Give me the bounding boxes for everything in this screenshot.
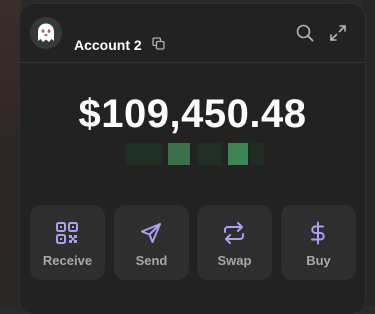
send-icon	[141, 223, 161, 243]
send-button[interactable]: Send	[114, 205, 189, 280]
wallet-header: Account 2	[20, 4, 365, 63]
swap-icon	[224, 222, 244, 244]
expand-icon[interactable]	[329, 24, 347, 47]
account-avatar[interactable]	[30, 17, 62, 49]
receive-button[interactable]: Receive	[30, 205, 105, 280]
qr-code-icon	[56, 222, 78, 244]
dollar-icon	[311, 221, 325, 245]
total-balance: $109,450.48	[78, 92, 307, 136]
send-label: Send	[135, 253, 168, 268]
search-icon[interactable]	[296, 24, 314, 47]
account-name[interactable]: Account 2	[74, 37, 142, 53]
balance-change-blurred	[120, 143, 265, 165]
background-left	[0, 0, 22, 306]
buy-button[interactable]: Buy	[281, 205, 356, 280]
ghost-avatar-icon	[38, 23, 54, 42]
swap-label: Swap	[217, 253, 252, 268]
copy-icon[interactable]	[152, 37, 165, 55]
receive-label: Receive	[42, 253, 93, 268]
swap-button[interactable]: Swap	[197, 205, 272, 280]
buy-label: Buy	[306, 253, 331, 268]
wallet-panel: Account 2 $109,450.48 Receive Send Swap …	[20, 4, 365, 314]
